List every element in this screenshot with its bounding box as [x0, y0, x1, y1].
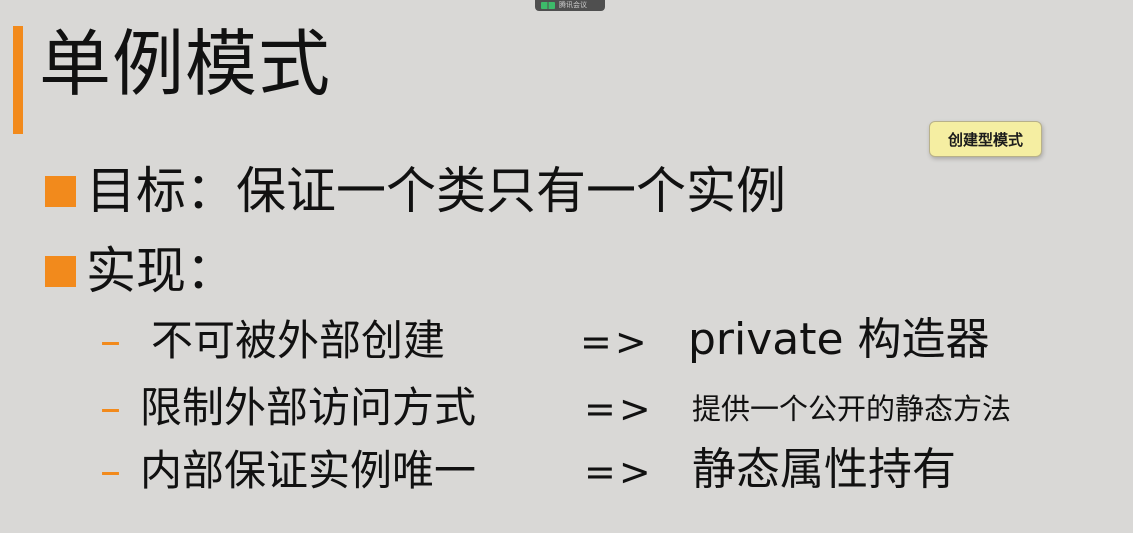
dash-bullet: –: [100, 316, 121, 365]
sub-item-2: – 限制外部访问方式 => 提供一个公开的静态方法: [0, 385, 1133, 435]
bullet-item-target: 目标：保证一个类只有一个实例: [45, 166, 786, 216]
sub-item-left-text: 限制外部访问方式: [140, 383, 477, 432]
sub-item-right-text: 静态属性持有: [692, 444, 956, 495]
meeting-status-bar[interactable]: 腾讯会议: [535, 0, 605, 11]
bullet-item-implementation: 实现：: [45, 246, 236, 296]
arrow-icon: =>: [580, 320, 650, 364]
sub-item-left-text: 内部保证实例唯一: [140, 446, 477, 495]
category-tag: 创建型模式: [929, 121, 1042, 157]
sub-item-right-text: private 构造器: [688, 314, 990, 365]
sub-item-1: – 不可被外部创建 => private 构造器: [0, 318, 1133, 368]
arrow-icon: =>: [584, 387, 654, 431]
sub-item-right-text: 提供一个公开的静态方法: [692, 392, 1012, 426]
meeting-label: 腾讯会议: [559, 1, 587, 9]
slide-title: 单例模式: [39, 22, 332, 106]
bullet-text: 实现：: [86, 242, 236, 300]
square-bullet-icon: [45, 255, 76, 287]
dash-bullet: –: [100, 383, 121, 432]
square-bullet-icon: [45, 175, 76, 207]
dash-bullet: –: [100, 446, 121, 495]
bullet-text: 目标：保证一个类只有一个实例: [86, 162, 786, 220]
title-accent-bar: [13, 26, 23, 134]
sub-item-3: – 内部保证实例唯一 => 静态属性持有: [0, 448, 1133, 498]
meeting-icon: [541, 2, 555, 9]
sub-item-left-text: 不可被外部创建: [151, 316, 446, 365]
arrow-icon: =>: [584, 450, 654, 494]
